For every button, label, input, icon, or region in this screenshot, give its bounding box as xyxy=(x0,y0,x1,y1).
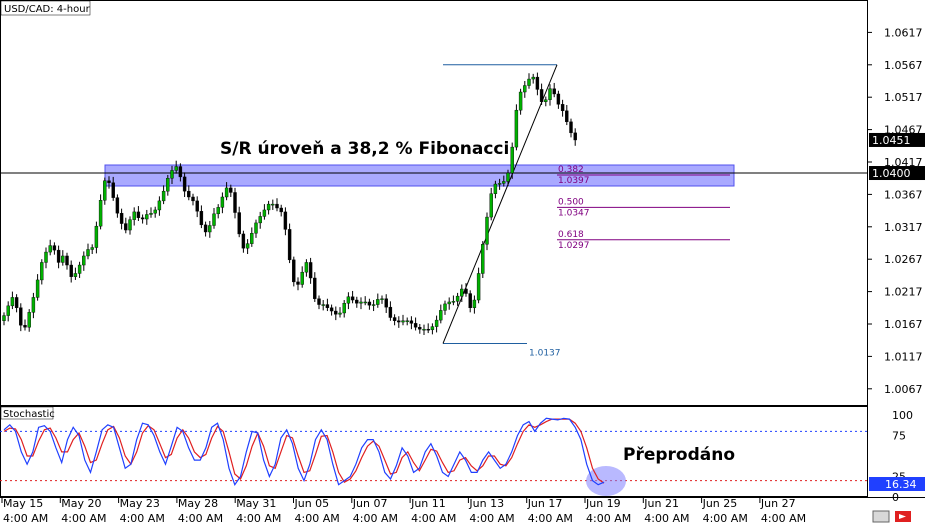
fib-ratio-500-label: 0.500 xyxy=(558,197,584,207)
time-hour-label: 4:00 AM xyxy=(761,512,806,525)
fib-ratio-618-label: 0.618 xyxy=(558,230,584,240)
time-hour-label: 4:00 AM xyxy=(178,512,223,525)
time-hour-label: 4:00 AM xyxy=(61,512,106,525)
time-hour-label: 4:00 AM xyxy=(295,512,340,525)
time-date-label: May 20 xyxy=(61,497,101,510)
price-tick-label: 1.0517 xyxy=(884,91,923,104)
stochastic-title: Stochastic xyxy=(3,409,55,420)
time-date-label: Jun 21 xyxy=(643,497,679,510)
sr-annotation-label: S/R úroveň a 38,2 % Fibonacci xyxy=(220,139,509,159)
candle xyxy=(514,104,519,151)
candle xyxy=(292,256,296,287)
time-date-label: Jun 19 xyxy=(585,497,621,510)
fib-swing-low-label: 1.0137 xyxy=(529,348,561,358)
time-hour-label: 4:00 AM xyxy=(644,512,689,525)
time-hour-label: 4:00 AM xyxy=(703,512,748,525)
time-hour-label: 4:00 AM xyxy=(411,512,456,525)
oversold-annotation-label: Přeprodáno xyxy=(623,445,735,465)
sr-level-price-label: 1.0400 xyxy=(872,167,911,180)
fib-price-500-label: 1.0347 xyxy=(558,208,590,218)
price-tick-label: 1.0217 xyxy=(884,286,923,299)
time-date-label: May 31 xyxy=(236,497,276,510)
stochastic-tick-label: 100 xyxy=(892,409,913,422)
price-tick-label: 1.0167 xyxy=(884,318,923,331)
time-date-label: Jun 25 xyxy=(702,497,738,510)
time-hour-label: 4:00 AM xyxy=(469,512,514,525)
candle xyxy=(485,212,489,251)
price-tick-label: 1.0067 xyxy=(884,383,923,396)
fib-price-382-label: 1.0397 xyxy=(558,176,590,186)
stochastic-tick-label: 0 xyxy=(892,491,899,504)
price-tick-label: 1.0367 xyxy=(884,188,923,201)
time-hour-label: 4:00 AM xyxy=(236,512,281,525)
candle xyxy=(481,241,485,278)
fib-price-618-label: 1.0297 xyxy=(558,241,590,251)
time-date-label: May 28 xyxy=(178,497,218,510)
current-price-marker: 1.0451 xyxy=(869,132,925,147)
time-hour-label: 4:00 AM xyxy=(3,512,48,525)
time-date-label: Jun 11 xyxy=(410,497,446,510)
time-date-label: May 23 xyxy=(120,497,160,510)
candle xyxy=(287,223,292,264)
time-date-label: May 15 xyxy=(3,497,43,510)
time-date-label: Jun 05 xyxy=(294,497,330,510)
time-date-label: Jun 17 xyxy=(527,497,563,510)
price-tick-label: 1.0267 xyxy=(884,253,923,266)
stochastic-tick-label: 75 xyxy=(892,430,906,443)
time-date-label: Jun 13 xyxy=(468,497,504,510)
time-hour-label: 4:00 AM xyxy=(353,512,398,525)
price-tick-label: 1.0117 xyxy=(884,350,923,363)
price-tick-label: 1.0617 xyxy=(884,26,923,39)
time-hour-label: 4:00 AM xyxy=(528,512,573,525)
stochastic-value-label: 16.34 xyxy=(885,478,917,491)
current-price-label: 1.0451 xyxy=(872,134,911,147)
price-tick-label: 1.0317 xyxy=(884,221,923,234)
price-tick-label: 1.0567 xyxy=(884,59,923,72)
time-date-label: Jun 27 xyxy=(760,497,796,510)
scroll-bar-icon[interactable] xyxy=(872,510,890,523)
time-date-label: Jun 07 xyxy=(352,497,388,510)
chart-canvas: 0.382 1.0397 0.500 1.0347 0.618 1.0297 1… xyxy=(0,0,925,525)
chart-title: USD/CAD: 4-hour xyxy=(4,4,91,15)
time-hour-label: 4:00 AM xyxy=(586,512,631,525)
oversold-highlight xyxy=(586,466,626,496)
sr-level-price-marker: 1.0400 xyxy=(869,166,925,181)
time-hour-label: 4:00 AM xyxy=(120,512,165,525)
sr-zone-highlight xyxy=(104,164,735,187)
